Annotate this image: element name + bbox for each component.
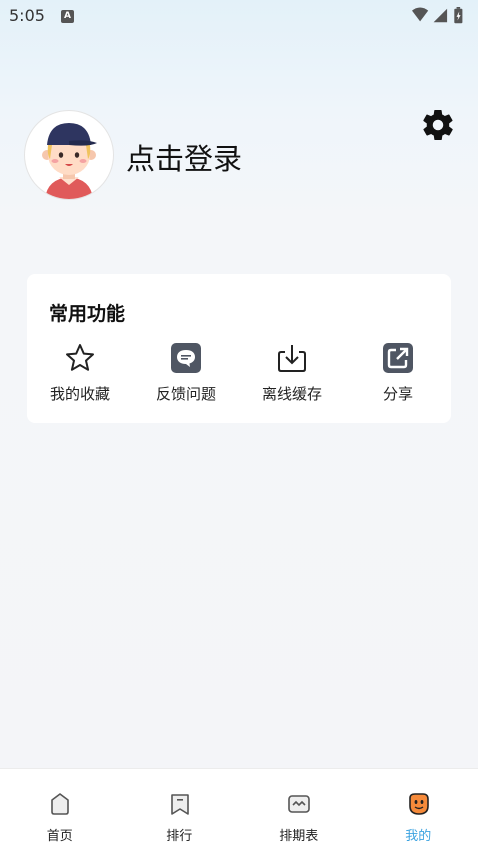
tab-label: 排行 [120, 825, 240, 844]
function-label: 分享 [345, 383, 451, 404]
tab-label: 首页 [0, 825, 120, 844]
schedule-icon [286, 791, 312, 817]
star-icon [64, 342, 96, 374]
feedback-button[interactable]: 反馈问题 [133, 338, 239, 408]
signal-icon [434, 9, 448, 22]
tab-schedule[interactable]: 排期表 [239, 769, 359, 852]
function-label: 反馈问题 [133, 383, 239, 404]
login-link[interactable]: 点击登录 [126, 136, 242, 178]
offline-cache-button[interactable]: 离线缓存 [239, 338, 345, 408]
status-time: 5:05 [9, 6, 45, 25]
settings-button[interactable] [420, 107, 456, 143]
status-icons [408, 7, 470, 25]
bookmark-ranking-icon [167, 791, 193, 817]
avatar[interactable] [24, 110, 114, 200]
favorites-button[interactable]: 我的收藏 [27, 338, 133, 408]
tab-home[interactable]: 首页 [0, 769, 120, 852]
avatar-boy-cap-icon [25, 111, 113, 199]
home-icon [47, 791, 73, 817]
card-title: 常用功能 [49, 299, 125, 326]
tab-ranking[interactable]: 排行 [120, 769, 240, 852]
download-icon [276, 342, 308, 374]
common-functions-card: 常用功能 我的收藏 反馈问题 离线缓存 分享 [27, 274, 451, 423]
tab-label: 排期表 [239, 825, 359, 844]
tab-mine[interactable]: 我的 [359, 769, 478, 852]
wifi-icon [412, 7, 428, 21]
gear-icon [420, 107, 456, 143]
function-label: 离线缓存 [239, 383, 345, 404]
share-icon [382, 342, 414, 374]
status-bar: 5:05 A [0, 0, 478, 34]
battery-charging-icon [454, 7, 462, 23]
mine-face-icon [406, 791, 432, 817]
function-label: 我的收藏 [27, 383, 133, 404]
text-a-icon: A [61, 10, 74, 23]
tab-label: 我的 [359, 825, 478, 844]
bottom-tab-bar: 首页 排行 排期表 我的 [0, 768, 478, 852]
feedback-chat-icon [170, 342, 202, 374]
share-button[interactable]: 分享 [345, 338, 451, 408]
